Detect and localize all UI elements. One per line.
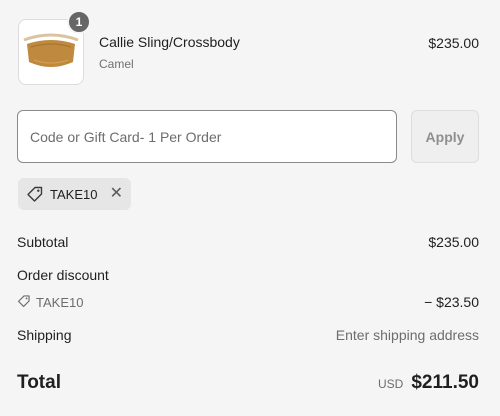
subtotal-value: $235.00 [428,234,479,250]
product-name: Callie Sling/Crossbody [99,34,240,50]
product-variant: Camel [99,57,134,71]
total-value-group: USD $211.50 [378,372,479,394]
total-amount: $211.50 [411,372,479,393]
applied-discount-tag: TAKE10 ✕ [18,178,131,210]
crossbody-bag-image [23,33,79,67]
total-label: Total [17,372,61,393]
shipping-value: Enter shipping address [335,327,479,343]
discount-code-text: TAKE10 [36,295,84,310]
quantity-badge: 1 [67,10,91,34]
apply-button[interactable]: Apply [411,110,479,163]
discount-code-input[interactable] [17,110,397,163]
order-discount-label: Order discount [17,267,109,283]
tag-icon [17,294,31,311]
close-icon[interactable]: ✕ [110,186,123,202]
order-discount-code: TAKE10 [17,294,83,311]
order-summary: 1 Callie Sling/Crossbody Camel $235.00 A… [0,0,500,416]
total-currency: USD [378,377,404,391]
tag-icon [26,185,44,203]
product-price: $235.00 [428,35,479,51]
shipping-label: Shipping [17,327,72,343]
subtotal-label: Subtotal [17,234,69,250]
discount-value: − $23.50 [424,294,479,310]
applied-code-label: TAKE10 [50,186,98,202]
